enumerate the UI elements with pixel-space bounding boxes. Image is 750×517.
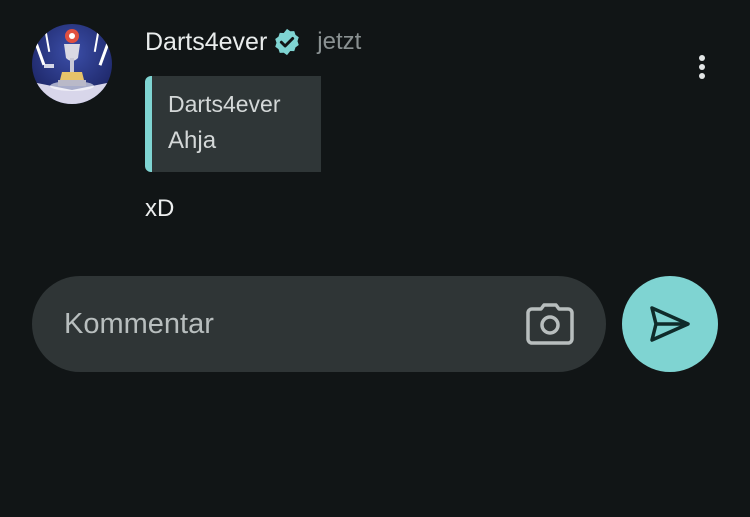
quoted-author: Darts4ever — [168, 91, 281, 117]
avatar[interactable] — [32, 24, 112, 104]
quoted-text: Ahja — [168, 127, 217, 154]
post-header: Darts4ever jetzt — [145, 26, 361, 58]
comment-input[interactable] — [64, 300, 504, 348]
send-icon — [650, 306, 690, 342]
send-button[interactable] — [622, 276, 718, 372]
verified-badge-icon — [272, 27, 302, 57]
timestamp: jetzt — [317, 28, 362, 55]
more-vertical-icon-dot — [699, 73, 705, 79]
username[interactable]: Darts4ever — [145, 26, 267, 58]
quoted-message[interactable]: Darts4ever Ahja — [145, 76, 321, 172]
more-options-button[interactable] — [686, 48, 718, 86]
comment-thread: Darts4ever jetzt Darts4ever Ahja xD — [0, 0, 750, 517]
camera-icon[interactable] — [526, 303, 574, 345]
trophy-avatar-image — [32, 24, 112, 104]
message-text: xD — [145, 195, 175, 222]
more-vertical-icon-dot — [699, 64, 705, 70]
comment-composer — [32, 276, 606, 372]
more-vertical-icon — [699, 55, 705, 61]
